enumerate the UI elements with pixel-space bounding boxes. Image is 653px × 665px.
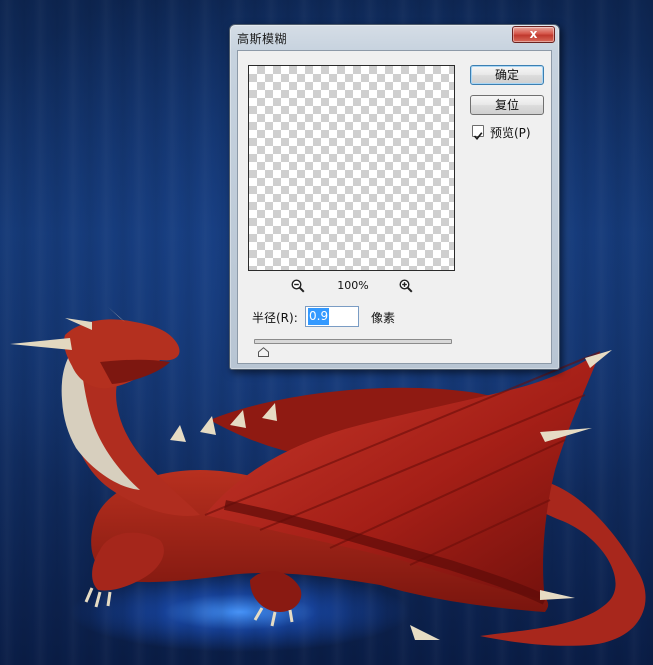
zoom-level: 100%	[337, 279, 369, 292]
zoom-controls: 100%	[248, 277, 455, 293]
radius-unit: 像素	[371, 311, 396, 325]
radius-slider-thumb[interactable]	[257, 342, 269, 361]
close-icon: x	[529, 27, 538, 41]
reset-button[interactable]: 复位	[470, 95, 544, 115]
radius-slider-track[interactable]	[254, 339, 452, 344]
checkbox-box[interactable]	[472, 125, 484, 141]
gaussian-blur-dialog: 高斯模糊 x 100% 确定 复位 预览(P) 半径(R): 0.9 像素	[229, 24, 560, 370]
dialog-title: 高斯模糊	[237, 32, 288, 46]
ok-button[interactable]: 确定	[470, 65, 544, 85]
dialog-body: 100% 确定 复位 预览(P) 半径(R): 0.9 像素	[237, 50, 552, 364]
preview-label: 预览(P)	[490, 126, 531, 140]
radius-label: 半径(R):	[252, 311, 298, 325]
close-button[interactable]: x	[512, 26, 555, 43]
dialog-titlebar[interactable]: 高斯模糊 x	[230, 25, 559, 47]
radius-input[interactable]: 0.9	[305, 306, 359, 327]
checkmark-icon	[473, 132, 483, 141]
zoom-in-icon[interactable]	[399, 278, 413, 297]
preview-canvas[interactable]	[248, 65, 455, 271]
radius-value: 0.9	[308, 308, 330, 325]
zoom-out-icon[interactable]	[291, 278, 305, 297]
